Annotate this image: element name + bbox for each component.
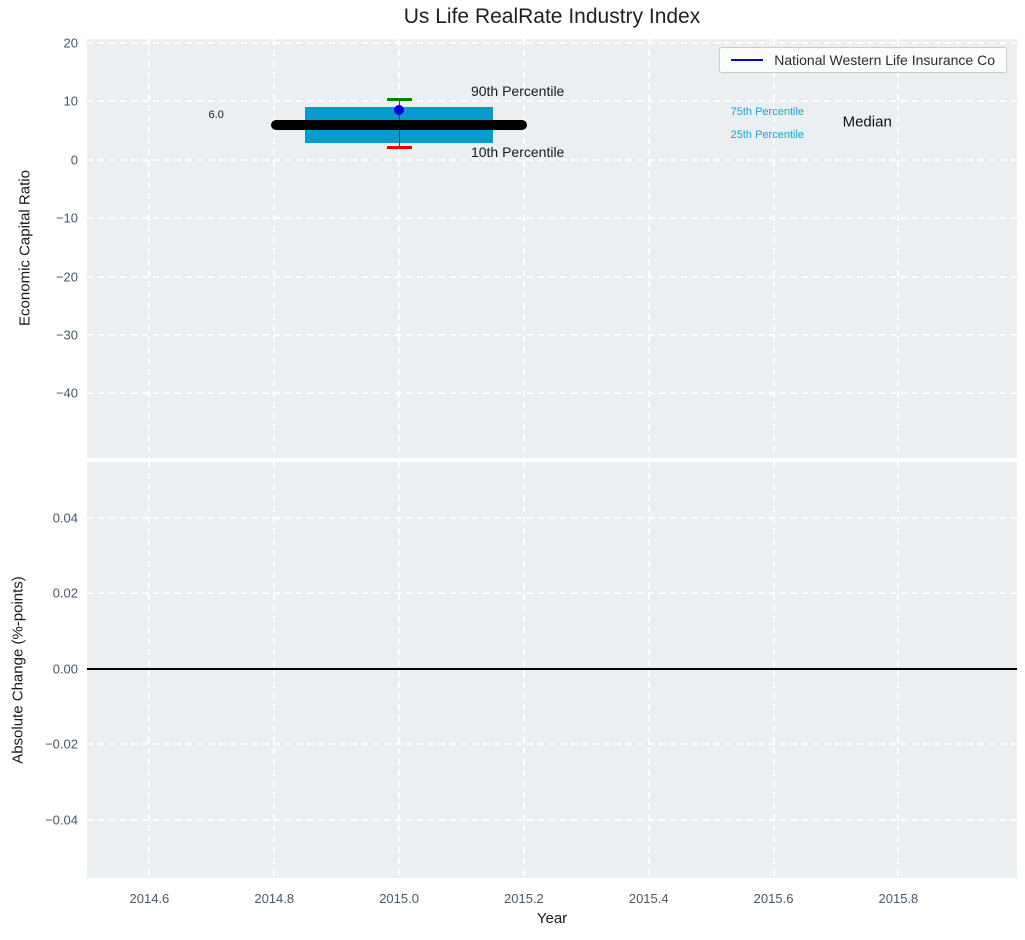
- grid-line-v: [897, 462, 900, 878]
- grid-line-v: [273, 462, 276, 878]
- grid-line-h: [87, 333, 1017, 336]
- y-tick-label: 10: [63, 93, 78, 109]
- p25-label: 25th Percentile: [730, 129, 805, 142]
- chart-title: Us Life RealRate Industry Index: [403, 5, 701, 28]
- x-tick-label: 2015.0: [379, 891, 419, 906]
- x-tick-label: 2015.4: [628, 891, 669, 906]
- grid-line-v: [897, 39, 900, 458]
- top-plot: National Western Life Insurance Co 6.0 90…: [87, 39, 1017, 458]
- grid-line-h: [87, 217, 1017, 220]
- grid-line-v: [148, 462, 151, 878]
- x-tick-label: 2015.6: [753, 891, 794, 906]
- grid-line-v: [273, 39, 276, 458]
- y-tick-label: 0: [70, 152, 78, 168]
- top-y-axis-label: Economic Capital Ratio: [16, 170, 34, 326]
- median-value-label: 6.0: [208, 108, 224, 121]
- p10-label: 10th Percentile: [470, 144, 565, 161]
- grid-line-v: [772, 39, 775, 458]
- legend-line-swatch: [731, 59, 764, 61]
- grid-line-h: [87, 275, 1017, 278]
- y-tick-label: −10: [55, 210, 78, 226]
- y-tick-label: 0.00: [52, 661, 78, 677]
- grid-line-v: [522, 462, 525, 878]
- company-marker-dot: [394, 104, 405, 115]
- grid-line-v: [647, 462, 650, 878]
- y-tick-label: −20: [55, 269, 78, 284]
- grid-line-v: [647, 39, 650, 458]
- median-line: [271, 119, 528, 130]
- p90-label: 90th Percentile: [470, 82, 565, 99]
- y-tick-label: −40: [55, 385, 78, 401]
- x-tick-label: 2015.8: [878, 891, 919, 906]
- grid-line-v: [398, 462, 401, 878]
- y-tick-label: −30: [55, 327, 78, 343]
- y-tick-label: −0.02: [45, 736, 78, 752]
- whisker-cap-10th: [386, 146, 412, 150]
- x-tick-label: 2015.2: [504, 891, 544, 906]
- y-tick-label: −0.04: [45, 812, 78, 828]
- bottom-plot: [87, 462, 1017, 878]
- zero-line: [87, 667, 1017, 670]
- whisker-cap-90th: [386, 98, 412, 102]
- x-axis-label: Year: [536, 910, 568, 927]
- grid-line-v: [772, 462, 775, 878]
- grid-line-h: [87, 818, 1017, 821]
- x-tick-label: 2014.8: [254, 891, 295, 906]
- grid-line-h: [87, 516, 1017, 519]
- grid-line-h: [87, 743, 1017, 746]
- grid-line-h: [87, 42, 1017, 45]
- p75-label: 75th Percentile: [730, 105, 805, 118]
- grid-line-h: [87, 392, 1017, 395]
- grid-line-v: [522, 39, 525, 458]
- legend-label: National Western Life Insurance Co: [774, 52, 995, 68]
- figure: Us Life RealRate Industry Index National…: [0, 0, 1025, 940]
- x-tick-label: 2014.6: [129, 891, 170, 906]
- bottom-y-axis-label: Absolute Change (%-points): [9, 576, 27, 764]
- median-label: Median: [842, 113, 892, 131]
- grid-line-h: [87, 592, 1017, 595]
- grid-line-v: [148, 39, 151, 458]
- legend: National Western Life Insurance Co: [719, 47, 1007, 73]
- y-tick-label: 0.02: [52, 585, 78, 601]
- y-tick-label: 0.04: [52, 510, 78, 526]
- grid-line-h: [87, 100, 1017, 103]
- y-tick-label: 20: [63, 35, 78, 51]
